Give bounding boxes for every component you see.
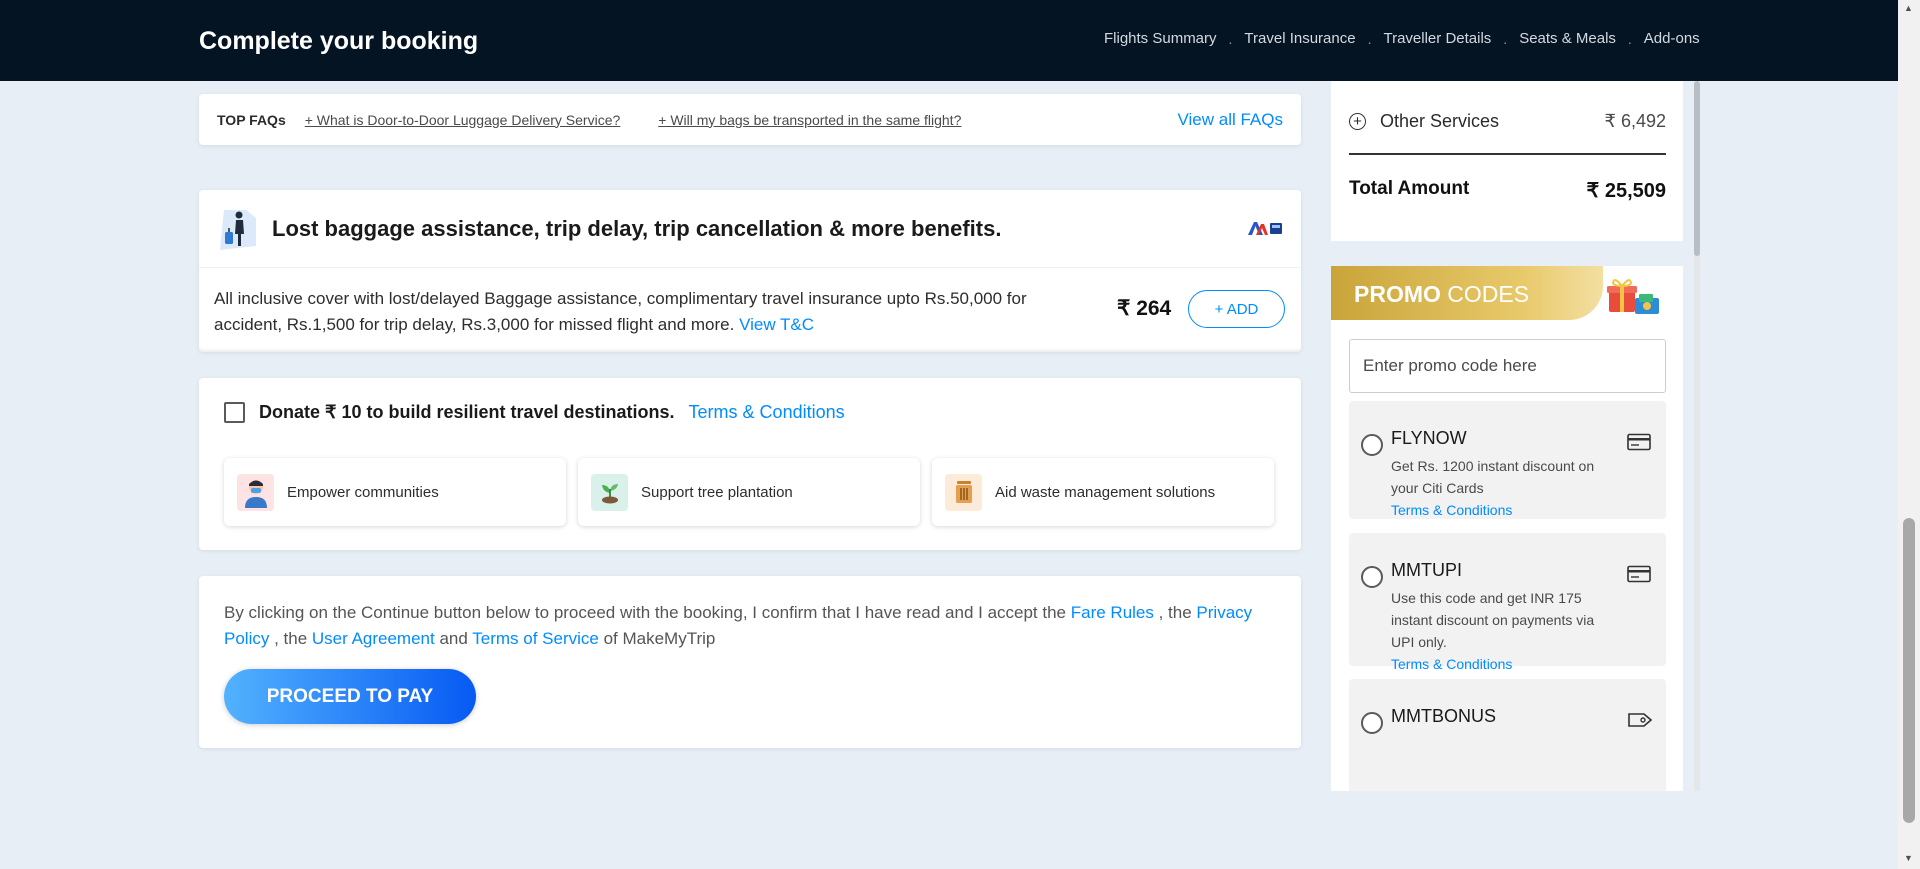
person-mask-icon	[237, 473, 274, 511]
total-amount-value: ₹ 25,509	[1586, 180, 1666, 202]
user-agreement-link[interactable]: User Agreement	[312, 629, 435, 648]
recycle-bin-icon	[945, 473, 982, 511]
top-header: Complete your booking Flights Summary . …	[0, 0, 1898, 81]
promo-code-name: FLYNOW	[1391, 428, 1467, 448]
promo-tc-link[interactable]: Terms & Conditions	[1391, 653, 1621, 675]
insurance-partner-logo	[1247, 220, 1283, 241]
donate-card: Donate ₹ 10 to build resilient travel de…	[199, 378, 1301, 550]
terms-of-service-link[interactable]: Terms of Service	[472, 629, 599, 648]
fare-divider	[1349, 153, 1666, 155]
promo-description-text: Get Rs. 1200 instant discount on your Ci…	[1391, 458, 1595, 496]
baggage-insurance-card: Lost baggage assistance, trip delay, tri…	[199, 190, 1301, 352]
promo-title: PROMO CODES	[1354, 281, 1529, 308]
fare-rules-link[interactable]: Fare Rules	[1071, 603, 1154, 622]
faq-strip: TOP FAQs + What is Door-to-Door Luggage …	[199, 94, 1301, 145]
nav-traveller-details[interactable]: Traveller Details	[1383, 30, 1491, 47]
donate-checkbox[interactable]	[224, 402, 245, 423]
other-services-row: + Other Services ₹ 6,492	[1349, 111, 1666, 132]
traveller-luggage-icon	[216, 206, 260, 252]
promo-code-name: MMTUPI	[1391, 560, 1462, 580]
sidebar-scrollbar[interactable]	[1694, 81, 1700, 791]
expand-plus-icon[interactable]: +	[1349, 113, 1366, 130]
donate-row: Donate ₹ 10 to build resilient travel de…	[224, 402, 845, 423]
faq-question-same-flight[interactable]: + Will my bags be transported in the sam…	[658, 112, 961, 128]
consent-text-part: , the	[269, 629, 312, 648]
consent-text-part: , the	[1153, 603, 1197, 622]
benefit-tile-trees: Support tree plantation	[578, 458, 920, 526]
other-services-amount: ₹ 6,492	[1604, 111, 1667, 131]
scroll-up-arrow-icon[interactable]: ▲	[1904, 3, 1913, 13]
nav-flights-summary[interactable]: Flights Summary	[1104, 30, 1217, 47]
promo-banner: PROMO CODES	[1331, 266, 1603, 320]
promo-description-text: Use this code and get INR 175 instant di…	[1391, 590, 1595, 650]
header-nav: Flights Summary . Travel Insurance . Tra…	[1104, 30, 1700, 47]
view-all-faqs-link[interactable]: View all FAQs	[1177, 110, 1283, 130]
total-amount-row: Total Amount ₹ 25,509	[1349, 178, 1666, 203]
total-amount-label: Total Amount	[1349, 178, 1470, 199]
page-title: Complete your booking	[199, 27, 479, 55]
benefit-label: Support tree plantation	[641, 483, 793, 501]
scroll-down-arrow-icon[interactable]: ▼	[1904, 853, 1913, 863]
insurance-header: Lost baggage assistance, trip delay, tri…	[199, 190, 1301, 268]
sidebar-scroll-thumb[interactable]	[1694, 81, 1700, 256]
insurance-description-text: All inclusive cover with lost/delayed Ba…	[214, 289, 1027, 334]
nav-separator: .	[1367, 30, 1372, 47]
credit-card-icon	[1627, 565, 1651, 588]
benefit-tile-waste: Aid waste management solutions	[932, 458, 1274, 526]
other-services-label: Other Services	[1380, 111, 1500, 131]
promo-code-name: MMTBONUS	[1391, 706, 1496, 726]
donate-tc-link[interactable]: Terms & Conditions	[689, 402, 845, 423]
promo-tc-link[interactable]: Terms & Conditions	[1391, 499, 1621, 521]
add-insurance-button[interactable]: + ADD	[1188, 290, 1285, 328]
promo-code-input[interactable]	[1349, 339, 1666, 393]
consent-text-part: of MakeMyTrip	[598, 629, 716, 648]
insurance-title: Lost baggage assistance, trip delay, tri…	[272, 215, 1002, 241]
insurance-tc-link[interactable]: View T&C	[739, 315, 814, 334]
insurance-price: ₹ 264	[1117, 297, 1172, 320]
tag-icon	[1627, 711, 1653, 734]
credit-card-icon	[1627, 433, 1651, 456]
donate-text: Donate ₹ 10 to build resilient travel de…	[259, 402, 675, 422]
insurance-description: All inclusive cover with lost/delayed Ba…	[214, 286, 1084, 338]
consent-text-part: By clicking on the Continue button below…	[224, 603, 1071, 622]
page-scrollbar[interactable]: ▲ ▼	[1898, 0, 1920, 869]
consent-text: By clicking on the Continue button below…	[224, 600, 1284, 652]
promo-description: Get Rs. 1200 instant discount on your Ci…	[1391, 455, 1621, 521]
proceed-to-pay-button[interactable]: PROCEED TO PAY	[224, 669, 476, 724]
benefit-tile-communities: Empower communities	[224, 458, 566, 526]
promo-card-flynow[interactable]: FLYNOW Get Rs. 1200 instant discount on …	[1349, 401, 1666, 519]
nav-separator: .	[1503, 30, 1508, 47]
insurance-body: All inclusive cover with lost/delayed Ba…	[199, 268, 1301, 352]
promo-codes-panel: PROMO CODES FLYNOW Get Rs. 1200 instant …	[1331, 266, 1683, 791]
faq-question-door-delivery[interactable]: + What is Door-to-Door Luggage Delivery …	[305, 112, 621, 128]
promo-card-mmtbonus[interactable]: MMTBONUS	[1349, 679, 1666, 791]
nav-travel-insurance[interactable]: Travel Insurance	[1244, 30, 1355, 47]
promo-title-rest: CODES	[1440, 281, 1530, 307]
faq-label: TOP FAQs	[217, 111, 286, 128]
benefit-label: Empower communities	[287, 483, 439, 501]
gift-box-icon	[1599, 274, 1665, 323]
consent-text-part: and	[434, 629, 473, 648]
promo-radio[interactable]	[1361, 712, 1383, 734]
promo-radio[interactable]	[1361, 434, 1383, 456]
nav-add-ons[interactable]: Add-ons	[1644, 30, 1700, 47]
promo-title-bold: PROMO	[1354, 281, 1441, 307]
donate-benefits: Empower communities Support tree plantat…	[224, 458, 1286, 526]
promo-radio[interactable]	[1361, 566, 1383, 588]
consent-card: By clicking on the Continue button below…	[199, 576, 1301, 748]
fare-summary: + Other Services ₹ 6,492 Total Amount ₹ …	[1331, 81, 1683, 241]
promo-card-mmtupi[interactable]: MMTUPI Use this code and get INR 175 ins…	[1349, 533, 1666, 672]
page-scroll-thumb[interactable]	[1903, 518, 1915, 823]
nav-separator: .	[1627, 30, 1632, 47]
plant-sprout-icon	[591, 473, 628, 511]
promo-description: Use this code and get INR 175 instant di…	[1391, 587, 1621, 675]
benefit-label: Aid waste management solutions	[995, 483, 1216, 501]
nav-separator: .	[1228, 30, 1233, 47]
nav-seats-meals[interactable]: Seats & Meals	[1519, 30, 1616, 47]
